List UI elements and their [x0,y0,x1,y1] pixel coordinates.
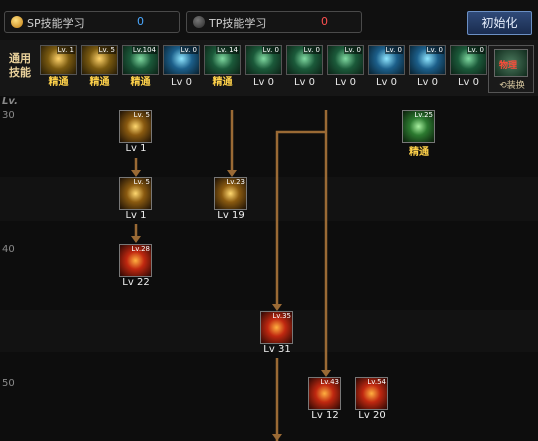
skill-icon: Lv.43 [308,377,341,410]
skill-icon: Lv. 5 [119,177,152,210]
skill-node[interactable]: Lv.54 Lv 20 [355,377,392,427]
arrow-head [321,370,331,377]
skill-icon: Lv.25 [402,110,435,143]
skill-level-label: Lv 20 [358,410,386,421]
skill-level-label: Lv 12 [311,410,339,421]
arrow-head [272,304,282,311]
skill-node[interactable]: Lv.35 Lv 31 [260,311,297,361]
skill-node[interactable]: Lv.25 精通 [402,110,439,160]
skill-level-label: Lv 19 [217,210,245,221]
skill-icon: Lv.35 [260,311,293,344]
skill-icon: Lv.23 [214,177,247,210]
skill-node[interactable]: Lv.43 Lv 12 [308,377,345,427]
arrow-head [227,170,237,177]
skill-icon: Lv. 5 [119,110,152,143]
arrow-head [131,236,141,243]
skill-level-label: Lv 31 [263,344,291,355]
arrow-head [131,170,141,177]
skill-icon: Lv.28 [119,244,152,277]
skill-tree-connectors [131,110,331,441]
skill-icon: Lv.54 [355,377,388,410]
skill-node[interactable]: Lv. 5 Lv 1 [119,110,156,160]
skill-node[interactable]: Lv. 5 Lv 1 [119,177,156,227]
skill-node[interactable]: Lv.23 Lv 19 [214,177,251,227]
skill-level-label: 精通 [409,147,429,158]
connector-line [275,130,326,306]
skill-level-label: Lv 1 [125,143,147,154]
skill-level-label: Lv 22 [122,277,150,288]
skill-level-label: Lv 1 [125,210,147,221]
skill-node[interactable]: Lv.28 Lv 22 [119,244,156,294]
arrow-head [272,434,282,441]
